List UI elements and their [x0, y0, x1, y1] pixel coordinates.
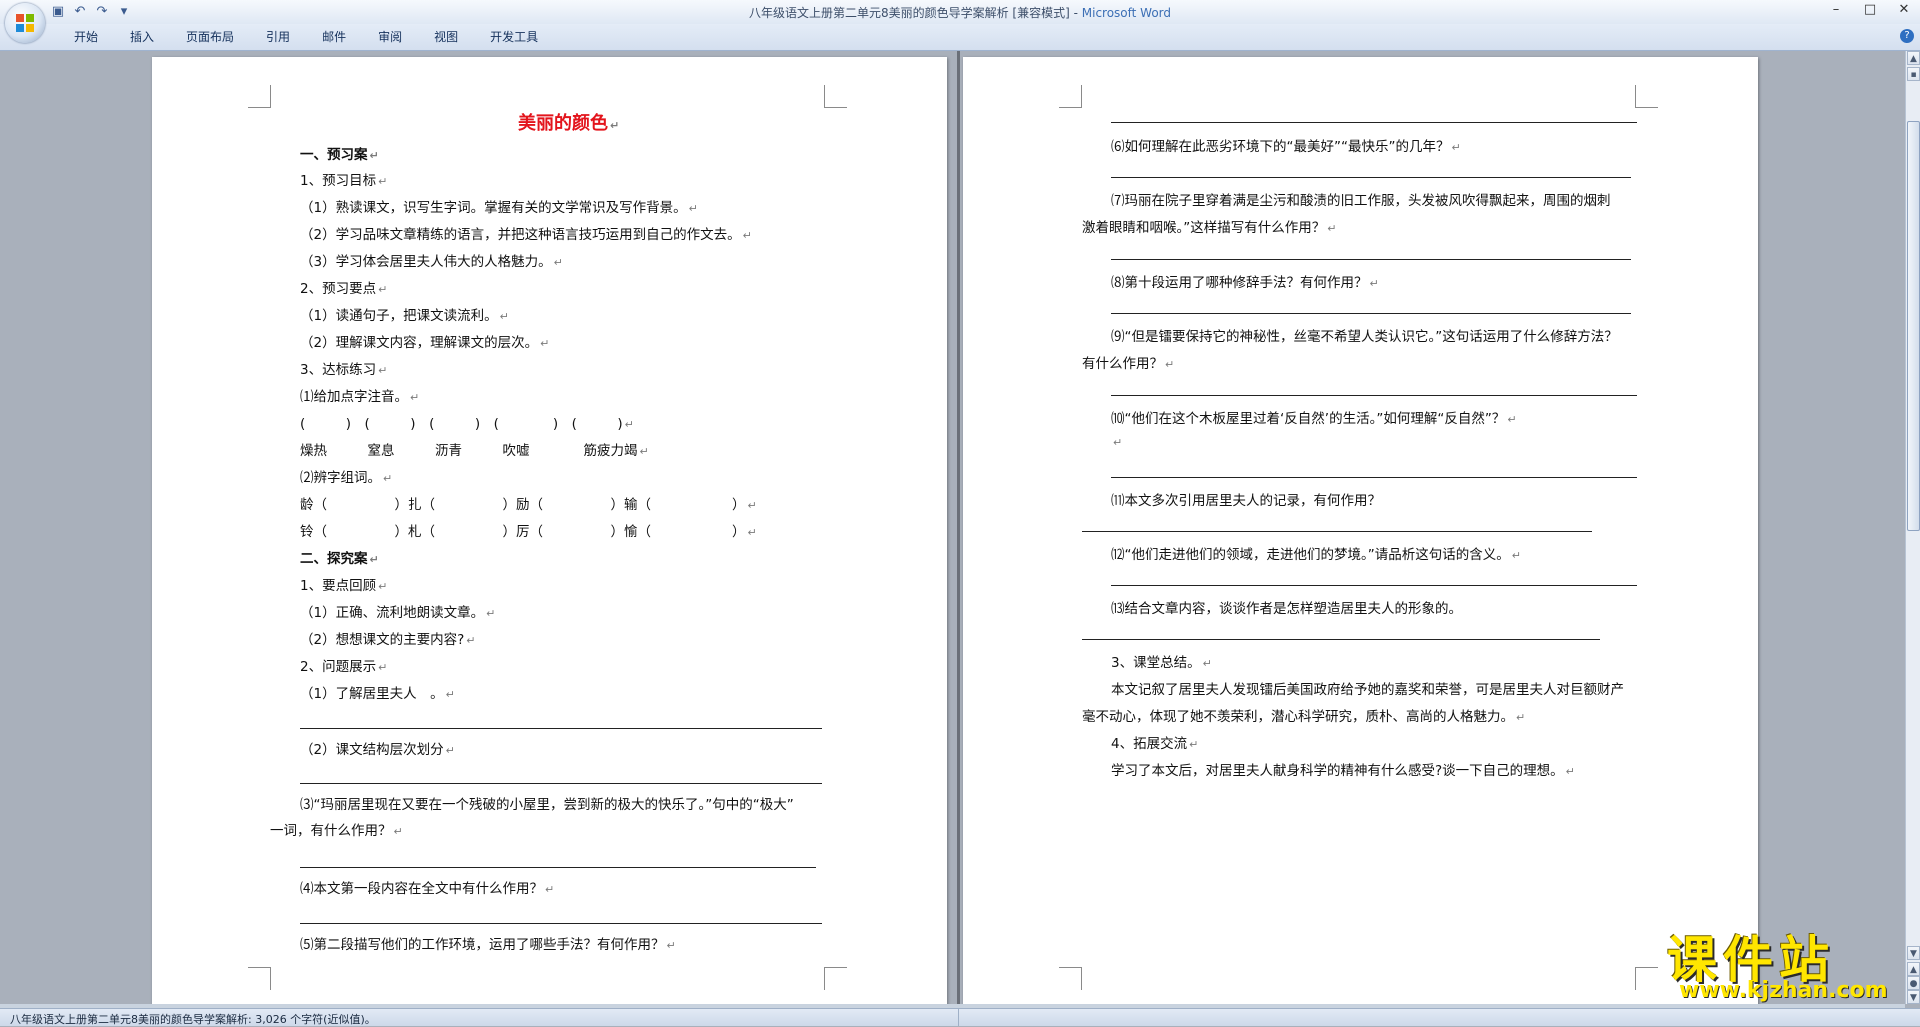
- status-separator: [958, 1009, 959, 1026]
- paragraph: 有什么作用？ ↵: [1082, 356, 1175, 372]
- maximize-button[interactable]: □: [1860, 2, 1880, 20]
- paragraph: ⑶“玛丽居里现在又要在一个残破的小屋里，尝到新的极大的快乐了。”句中的“极大”: [300, 797, 794, 813]
- paragraph: 龄（ ）扎（ ）励（ ）输（ ） ↵: [300, 497, 757, 513]
- section-heading: 二、探究案 ↵: [300, 551, 379, 567]
- paragraph: （2）学习品味文章精练的语言，并把这种语言技巧运用到自己的作文去。 ↵: [300, 227, 752, 243]
- paragraph: 一词，有什么作用？ ↵: [270, 823, 403, 839]
- watermark-logo: 课件站 www.kjzhan.com: [1667, 920, 1917, 1003]
- answer-line: [300, 728, 822, 729]
- paragraph: 1、要点回顾 ↵: [300, 578, 388, 594]
- document-title: 八年级语文上册第二单元8美丽的颜色导学案解析 [兼容模式] -: [748, 6, 1082, 20]
- paragraph: ⑺玛丽在院子里穿着满是尘污和酸渍的旧工作服，头发被风吹得飘起来，周围的烟刺: [1111, 193, 1611, 209]
- paragraph: 2、预习要点 ↵: [300, 281, 388, 297]
- paragraph: 铃（ ）札（ ）厉（ ）愉（ ） ↵: [300, 524, 757, 540]
- answer-line: [300, 867, 816, 868]
- close-button[interactable]: ✕: [1894, 2, 1914, 20]
- paragraph: 1、预习目标 ↵: [300, 173, 388, 189]
- paragraph: ⑴给加点字注音。 ↵: [300, 389, 420, 405]
- paragraph: 2、问题展示 ↵: [300, 659, 388, 675]
- margin-corner: [1059, 967, 1082, 990]
- tab-mailings[interactable]: 邮件: [306, 30, 362, 44]
- tab-developer[interactable]: 开发工具: [474, 30, 554, 44]
- paragraph: 燥热 窒息 沥青 吹嘘 筋疲力竭 ↵: [300, 443, 649, 459]
- paragraph: 3、课堂总结。 ↵: [1111, 655, 1212, 671]
- paragraph: ⑼“但是镭要保持它的神秘性，丝毫不希望人类认识它。”这句话运用了什么修辞方法？: [1111, 329, 1618, 345]
- paragraph: （2）课文结构层次划分 ↵: [300, 742, 455, 758]
- paragraph: （1）了解居里夫人 。 ↵: [300, 686, 455, 702]
- title-bar: ▣ ↶ ↷ ▾ 八年级语文上册第二单元8美丽的颜色导学案解析 [兼容模式] - …: [0, 0, 1920, 24]
- tab-view[interactable]: 视图: [418, 30, 474, 44]
- answer-line: [1111, 177, 1631, 178]
- empty-paragraph: ↵: [1113, 436, 1123, 449]
- tab-page-layout[interactable]: 页面布局: [170, 30, 250, 44]
- document-area[interactable]: 美丽的颜色 ↵ 一、预习案 ↵ 1、预习目标 ↵ （1）熟读课文，识写生字词。掌握有关…: [0, 51, 1905, 1004]
- answer-line: [1111, 313, 1631, 314]
- answer-line: [1111, 122, 1637, 123]
- scroll-up-icon[interactable]: ▲: [1907, 51, 1920, 65]
- vertical-scrollbar[interactable]: ▲ ▪ ▼ ▲ ● ▼: [1905, 51, 1920, 1004]
- scroll-thumb[interactable]: [1907, 121, 1920, 531]
- paragraph: 激着眼睛和咽喉。”这样描写有什么作用？ ↵: [1082, 220, 1337, 236]
- status-bar: 八年级语文上册第二单元8美丽的颜色导学案解析: 3,026 个字符(近似值)。: [0, 1008, 1920, 1026]
- margin-corner: [1059, 85, 1082, 108]
- page-2[interactable]: ⑹如何理解在此恶劣环境下的“最美好”“最快乐”的几年？ ↵ ⑺玛丽在院子里穿着满是…: [963, 57, 1758, 1004]
- paragraph: ⑹如何理解在此恶劣环境下的“最美好”“最快乐”的几年？ ↵: [1111, 139, 1461, 155]
- tab-home[interactable]: 开始: [58, 30, 114, 44]
- answer-line: [1082, 531, 1592, 532]
- minimize-button[interactable]: –: [1826, 2, 1846, 20]
- paragraph: （2）理解课文内容，理解课文的层次。 ↵: [300, 335, 550, 351]
- watermark-url: www.kjzhan.com: [1679, 978, 1888, 1003]
- paragraph: 本文记叙了居里夫人发现镭后美国政府给予她的嘉奖和荣誉，可是居里夫人对巨额财产: [1111, 682, 1624, 698]
- ribbon: 开始 插入 页面布局 引用 邮件 审阅 视图 开发工具 ?: [0, 24, 1920, 51]
- paragraph: ⒀结合文章内容，谈谈作者是怎样塑造居里夫人的形象的。: [1111, 601, 1462, 617]
- section-heading: 一、预习案 ↵: [300, 147, 379, 163]
- margin-corner: [824, 85, 847, 108]
- window-title: 八年级语文上册第二单元8美丽的颜色导学案解析 [兼容模式] - Microsof…: [0, 4, 1920, 21]
- document-title: 美丽的颜色 ↵: [518, 113, 620, 134]
- answer-line: [1111, 259, 1631, 260]
- answer-line: [1111, 477, 1637, 478]
- answer-line: [300, 783, 822, 784]
- margin-corner: [824, 967, 847, 990]
- paragraph: ⑻第十段运用了哪种修辞手法？有何作用？ ↵: [1111, 275, 1379, 291]
- margin-corner: [248, 967, 271, 990]
- tab-review[interactable]: 审阅: [362, 30, 418, 44]
- window-controls: – □ ✕: [1826, 2, 1914, 20]
- paragraph: ⑾本文多次引用居里夫人的记录，有何作用？: [1111, 493, 1381, 509]
- ribbon-tabs: 开始 插入 页面布局 引用 邮件 审阅 视图 开发工具: [58, 30, 554, 44]
- app-name: Microsoft Word: [1081, 6, 1172, 20]
- paragraph: ⑸第二段描写他们的工作环境，运用了哪些手法？有何作用？ ↵: [300, 937, 676, 953]
- answer-line: [1082, 639, 1600, 640]
- paragraph: ⑵辨字组词。 ↵: [300, 470, 393, 486]
- page-divider: [957, 51, 960, 1004]
- answer-line: [1111, 585, 1637, 586]
- paragraph: ( ) ( ) ( ) ( ) ( ) ↵: [300, 416, 634, 432]
- paragraph: （1）熟读课文，识写生字词。掌握有关的文学常识及写作背景。 ↵: [300, 200, 698, 216]
- margin-corner: [1635, 967, 1658, 990]
- tab-references[interactable]: 引用: [250, 30, 306, 44]
- paragraph: 毫不动心，体现了她不羡荣利，潜心科学研究，质朴、高尚的人格魅力。 ↵: [1082, 709, 1526, 725]
- office-logo-icon: [16, 14, 34, 32]
- paragraph: 4、拓展交流 ↵: [1111, 736, 1199, 752]
- page-1[interactable]: 美丽的颜色 ↵ 一、预习案 ↵ 1、预习目标 ↵ （1）熟读课文，识写生字词。掌握有关…: [152, 57, 947, 1004]
- paragraph: 学习了本文后，对居里夫人献身科学的精神有什么感受?谈一下自己的理想。 ↵: [1111, 763, 1575, 779]
- paragraph: ⑷本文第一段内容在全文中有什么作用？ ↵: [300, 881, 555, 897]
- paragraph: ⑿“他们走进他们的领域，走进他们的梦境。”请品析这句话的含义。 ↵: [1111, 547, 1521, 563]
- tab-insert[interactable]: 插入: [114, 30, 170, 44]
- ruler-toggle-icon[interactable]: ▪: [1907, 67, 1920, 81]
- office-button[interactable]: [5, 3, 45, 43]
- help-icon[interactable]: ?: [1900, 29, 1914, 43]
- margin-corner: [248, 85, 271, 108]
- paragraph: （3）学习体会居里夫人伟大的人格魅力。 ↵: [300, 254, 563, 270]
- margin-corner: [1635, 85, 1658, 108]
- paragraph: 3、达标练习 ↵: [300, 362, 388, 378]
- answer-line: [1111, 395, 1637, 396]
- answer-line: [300, 923, 822, 924]
- paragraph: （1）正确、流利地朗读文章。 ↵: [300, 605, 496, 621]
- paragraph: （2）想想课文的主要内容? ↵: [300, 632, 476, 648]
- paragraph: ⑽“他们在这个木板屋里过着‘反自然’的生活。”如何理解“反自然”？ ↵: [1111, 411, 1517, 427]
- paragraph: （1）读通句子，把课文读流利。 ↵: [300, 308, 509, 324]
